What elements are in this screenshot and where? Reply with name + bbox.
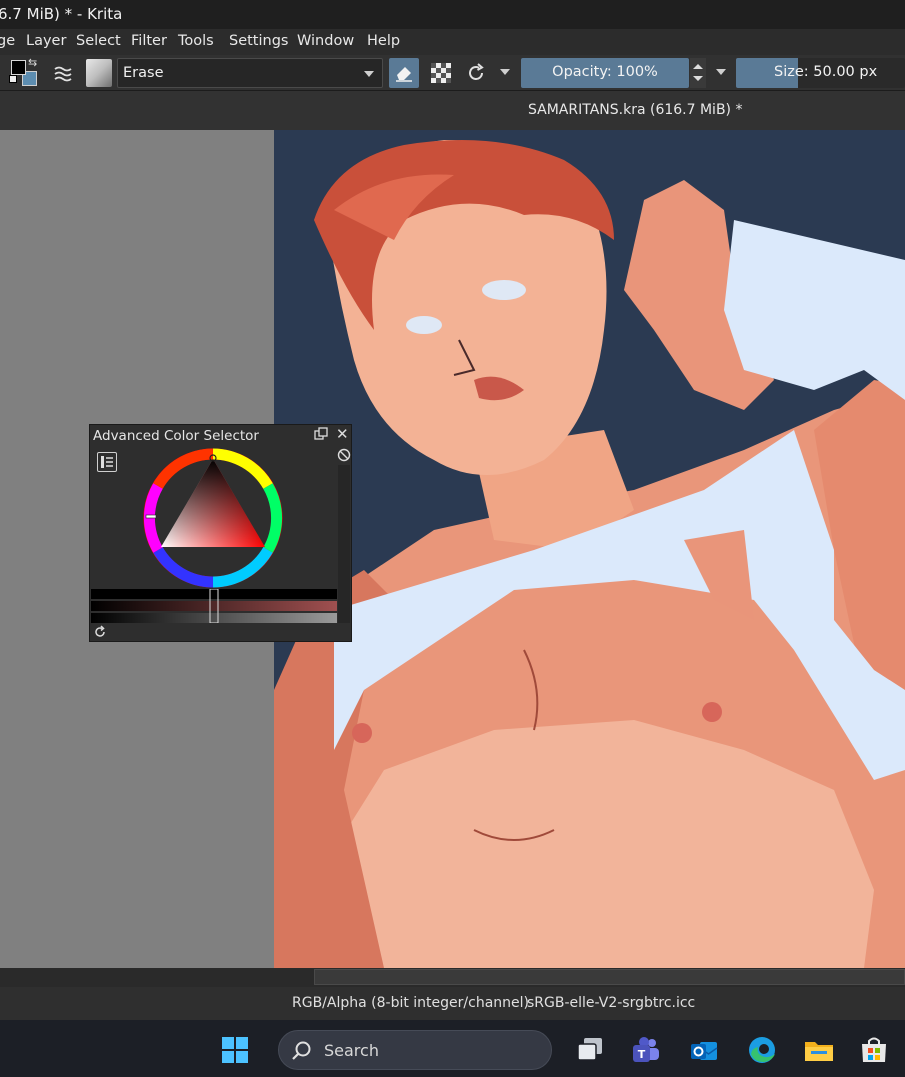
teams-icon[interactable]: T [630,1034,662,1066]
window-title: 6.7 MiB) * - Krita [0,5,123,23]
swap-colors-icon[interactable]: ⇆ [28,56,37,69]
foreground-background-color-selector[interactable]: ⇆ [9,56,39,88]
float-docker-icon[interactable] [314,427,328,441]
chevron-up-icon[interactable] [693,64,703,69]
menu-image[interactable]: ge [0,33,15,49]
menu-layer[interactable]: Layer [26,33,66,49]
brush-preset-value: Erase [123,65,164,81]
status-bar: RGB/Alpha (8-bit integer/channel) sRGB-e… [0,987,905,1020]
color-sliders[interactable] [91,589,337,623]
chevron-down-icon[interactable] [716,69,726,75]
reload-preset-icon[interactable] [463,59,489,87]
advanced-color-selector-docker[interactable]: Advanced Color Selector ✕ [89,424,352,642]
menu-select[interactable]: Select [76,33,121,49]
erase-mode-button[interactable] [389,58,419,88]
size-slider[interactable]: Size: 50.00 px [736,58,905,88]
opacity-spinbox[interactable] [690,58,706,88]
brush-preset-list-icon[interactable] [50,59,76,87]
brush-toolbar: ⇆ Erase Opacity: 100% Size: 50.00 px [0,55,905,91]
preserve-alpha-icon[interactable] [431,63,451,83]
docker-scrollbar[interactable] [338,465,350,623]
taskbar-search[interactable]: Search [278,1030,552,1070]
task-view-icon[interactable] [574,1034,606,1066]
opacity-slider[interactable]: Opacity: 100% [521,58,689,88]
selector-settings-icon[interactable] [97,452,117,472]
windows-start-icon[interactable] [221,1036,249,1064]
chevron-down-icon[interactable] [693,76,703,81]
refresh-icon[interactable] [93,625,107,639]
artwork-image[interactable] [274,130,905,968]
store-icon[interactable] [858,1034,890,1066]
color-wheel[interactable] [142,447,284,589]
horizontal-scrollbar[interactable] [0,968,905,987]
title-bar: 6.7 MiB) * - Krita [0,0,905,29]
scrollbar-handle[interactable] [314,969,905,985]
color-model-status[interactable]: RGB/Alpha (8-bit integer/channel) [292,995,529,1011]
canvas-area[interactable]: Advanced Color Selector ✕ [0,130,905,968]
foreground-color-swatch[interactable] [11,60,26,75]
chevron-down-icon [364,71,374,77]
close-icon[interactable]: ✕ [336,425,349,443]
search-label: Search [324,1041,379,1060]
menu-filter[interactable]: Filter [131,33,167,49]
brush-preset-combo[interactable]: Erase [117,58,383,88]
opacity-label: Opacity: 100% [552,64,658,80]
chevron-down-icon[interactable] [500,69,510,75]
erase-mode-icon [396,67,412,82]
document-tab[interactable]: SAMARITANS.kra (616.7 MiB) * [528,102,742,118]
size-label: Size: 50.00 px [774,64,878,80]
menu-settings[interactable]: Settings [229,33,288,49]
docker-title: Advanced Color Selector [93,428,259,444]
menu-bar: ge Layer Select Filter Tools Settings Wi… [0,29,905,55]
menu-window[interactable]: Window [297,33,354,49]
svg-text:T: T [638,1048,646,1061]
color-profile-status[interactable]: sRGB-elle-V2-srgbtrc.icc [527,995,695,1011]
search-icon [292,1041,311,1060]
block-icon[interactable] [337,448,351,462]
file-explorer-icon[interactable] [803,1034,835,1066]
menu-tools[interactable]: Tools [178,33,214,49]
edge-icon[interactable] [746,1034,778,1066]
windows-taskbar: Search T [0,1020,905,1077]
menu-help[interactable]: Help [367,33,400,49]
eraser-preset-icon[interactable] [86,59,112,87]
outlook-icon[interactable] [688,1034,720,1066]
document-tab-bar: SAMARITANS.kra (616.7 MiB) * [0,91,905,130]
reset-colors-icon[interactable] [9,75,17,83]
